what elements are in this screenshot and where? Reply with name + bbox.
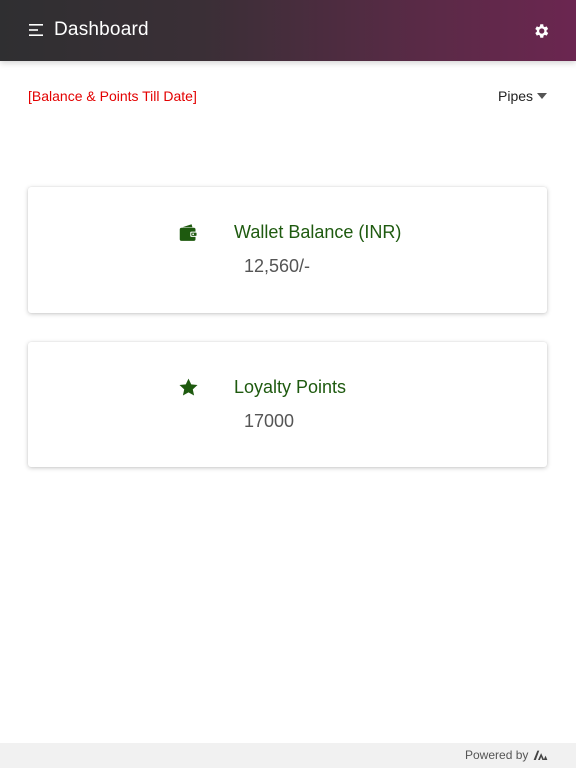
- loyalty-points-value: 17000: [244, 411, 295, 431]
- balance-points-heading: [Balance & Points Till Date]: [28, 88, 197, 104]
- wallet-balance-value: 12,560/-: [244, 256, 311, 276]
- loyalty-points-title: Loyalty Points: [234, 377, 347, 397]
- dashboard-subheader: [Balance & Points Till Date] Pipes: [0, 61, 576, 129]
- loyalty-points-card: Loyalty Points 17000: [28, 342, 547, 467]
- page-title: Dashboard: [54, 19, 149, 40]
- wallet-icon: [179, 224, 198, 241]
- wallet-balance-card: Wallet Balance (INR) 12,560/-: [28, 187, 547, 313]
- dropdown-selected-value: Pipes: [498, 88, 534, 104]
- top-app-bar: Dashboard: [0, 0, 576, 61]
- caret-down-icon: [537, 93, 547, 99]
- gear-icon[interactable]: [532, 22, 550, 40]
- app-footer: Powered by: [0, 743, 576, 768]
- powered-by-label: Powered by: [465, 748, 529, 762]
- wallet-balance-title: Wallet Balance (INR): [234, 222, 402, 242]
- hamburger-menu-icon[interactable]: [28, 22, 44, 38]
- brand-logo-icon[interactable]: [533, 748, 548, 762]
- app-root: Dashboard [Balance & Points Till Date] P…: [0, 0, 576, 768]
- star-icon: [179, 378, 198, 396]
- category-dropdown[interactable]: Pipes: [490, 85, 556, 107]
